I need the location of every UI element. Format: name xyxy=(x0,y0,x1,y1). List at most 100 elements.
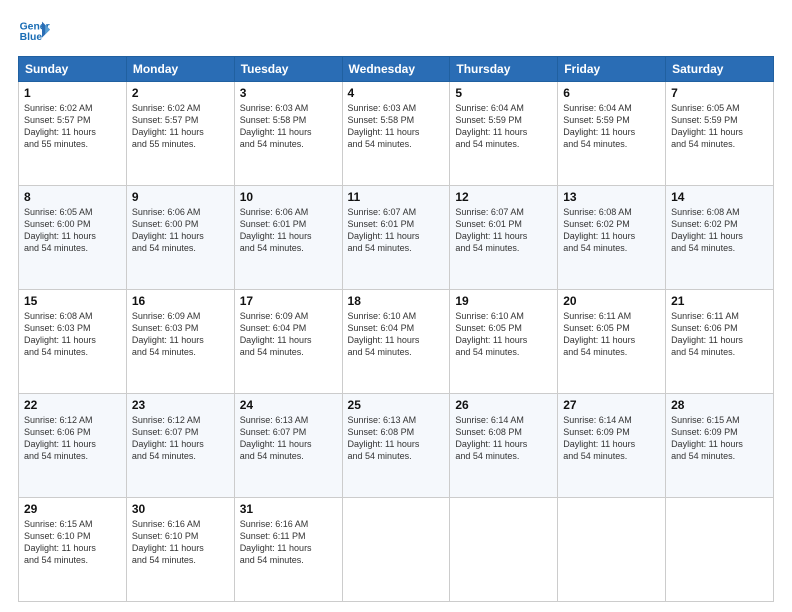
weekday-monday: Monday xyxy=(126,57,234,82)
day-info: Sunrise: 6:11 AM Sunset: 6:06 PM Dayligh… xyxy=(671,310,768,359)
calendar-cell: 12Sunrise: 6:07 AM Sunset: 6:01 PM Dayli… xyxy=(450,186,558,290)
calendar-cell: 6 Sunrise: 6:04 AM Sunset: 5:59 PM Daylig… xyxy=(558,82,666,186)
day-info: Sunrise: 6:15 AM Sunset: 6:09 PM Dayligh… xyxy=(671,414,768,463)
day-number: 17 xyxy=(240,294,337,308)
day-info: Sunrise: 6:09 AM Sunset: 6:03 PM Dayligh… xyxy=(132,310,229,359)
day-number: 24 xyxy=(240,398,337,412)
day-info: Sunrise: 6:16 AM Sunset: 6:11 PM Dayligh… xyxy=(240,518,337,567)
weekday-thursday: Thursday xyxy=(450,57,558,82)
day-info: Sunrise: 6:07 AM Sunset: 6:01 PM Dayligh… xyxy=(455,206,552,255)
svg-text:Blue: Blue xyxy=(20,32,43,43)
day-info: Sunrise: 6:04 AM Sunset: 5:59 PM Dayligh… xyxy=(563,102,660,151)
day-number: 10 xyxy=(240,190,337,204)
day-info: Sunrise: 6:09 AM Sunset: 6:04 PM Dayligh… xyxy=(240,310,337,359)
calendar-cell: 25Sunrise: 6:13 AM Sunset: 6:08 PM Dayli… xyxy=(342,394,450,498)
logo-icon: General Blue xyxy=(18,18,50,46)
day-info: Sunrise: 6:13 AM Sunset: 6:07 PM Dayligh… xyxy=(240,414,337,463)
calendar-cell: 27Sunrise: 6:14 AM Sunset: 6:09 PM Dayli… xyxy=(558,394,666,498)
logo: General Blue xyxy=(18,18,50,46)
day-number: 31 xyxy=(240,502,337,516)
header: General Blue xyxy=(18,18,774,46)
day-info: Sunrise: 6:02 AM Sunset: 5:57 PM Dayligh… xyxy=(132,102,229,151)
day-info: Sunrise: 6:16 AM Sunset: 6:10 PM Dayligh… xyxy=(132,518,229,567)
calendar-week-3: 15Sunrise: 6:08 AM Sunset: 6:03 PM Dayli… xyxy=(19,290,774,394)
day-number: 22 xyxy=(24,398,121,412)
day-info: Sunrise: 6:07 AM Sunset: 6:01 PM Dayligh… xyxy=(348,206,445,255)
calendar-body: 1 Sunrise: 6:02 AM Sunset: 5:57 PM Daylig… xyxy=(19,82,774,602)
calendar-week-4: 22 Sunrise: 6:12 AM Sunset: 6:06 PM Dayli… xyxy=(19,394,774,498)
day-number: 6 xyxy=(563,86,660,100)
calendar-cell: 2 Sunrise: 6:02 AM Sunset: 5:57 PM Daylig… xyxy=(126,82,234,186)
calendar-cell: 21 Sunrise: 6:11 AM Sunset: 6:06 PM Dayli… xyxy=(666,290,774,394)
calendar-cell: 20 Sunrise: 6:11 AM Sunset: 6:05 PM Dayli… xyxy=(558,290,666,394)
day-number: 21 xyxy=(671,294,768,308)
day-number: 18 xyxy=(348,294,445,308)
calendar-week-2: 8Sunrise: 6:05 AM Sunset: 6:00 PM Daylig… xyxy=(19,186,774,290)
day-info: Sunrise: 6:11 AM Sunset: 6:05 PM Dayligh… xyxy=(563,310,660,359)
calendar-cell: 16Sunrise: 6:09 AM Sunset: 6:03 PM Dayli… xyxy=(126,290,234,394)
calendar-cell: 11 Sunrise: 6:07 AM Sunset: 6:01 PM Dayli… xyxy=(342,186,450,290)
day-number: 13 xyxy=(563,190,660,204)
day-info: Sunrise: 6:10 AM Sunset: 6:04 PM Dayligh… xyxy=(348,310,445,359)
day-info: Sunrise: 6:06 AM Sunset: 6:00 PM Dayligh… xyxy=(132,206,229,255)
day-number: 29 xyxy=(24,502,121,516)
calendar-cell: 13 Sunrise: 6:08 AM Sunset: 6:02 PM Dayli… xyxy=(558,186,666,290)
day-number: 20 xyxy=(563,294,660,308)
calendar-cell: 23 Sunrise: 6:12 AM Sunset: 6:07 PM Dayli… xyxy=(126,394,234,498)
day-info: Sunrise: 6:14 AM Sunset: 6:08 PM Dayligh… xyxy=(455,414,552,463)
day-info: Sunrise: 6:04 AM Sunset: 5:59 PM Dayligh… xyxy=(455,102,552,151)
day-info: Sunrise: 6:02 AM Sunset: 5:57 PM Dayligh… xyxy=(24,102,121,151)
calendar-cell: 28 Sunrise: 6:15 AM Sunset: 6:09 PM Dayli… xyxy=(666,394,774,498)
calendar-cell: 15Sunrise: 6:08 AM Sunset: 6:03 PM Dayli… xyxy=(19,290,127,394)
day-info: Sunrise: 6:03 AM Sunset: 5:58 PM Dayligh… xyxy=(348,102,445,151)
weekday-friday: Friday xyxy=(558,57,666,82)
page: General Blue SundayMondayTuesdayWednesda… xyxy=(0,0,792,612)
calendar-header: SundayMondayTuesdayWednesdayThursdayFrid… xyxy=(19,57,774,82)
calendar-cell xyxy=(666,498,774,602)
day-info: Sunrise: 6:06 AM Sunset: 6:01 PM Dayligh… xyxy=(240,206,337,255)
day-number: 7 xyxy=(671,86,768,100)
weekday-sunday: Sunday xyxy=(19,57,127,82)
day-info: Sunrise: 6:08 AM Sunset: 6:02 PM Dayligh… xyxy=(671,206,768,255)
calendar-cell: 1 Sunrise: 6:02 AM Sunset: 5:57 PM Daylig… xyxy=(19,82,127,186)
calendar-table: SundayMondayTuesdayWednesdayThursdayFrid… xyxy=(18,56,774,602)
calendar-cell: 29 Sunrise: 6:15 AM Sunset: 6:10 PM Dayli… xyxy=(19,498,127,602)
day-info: Sunrise: 6:12 AM Sunset: 6:07 PM Dayligh… xyxy=(132,414,229,463)
day-info: Sunrise: 6:15 AM Sunset: 6:10 PM Dayligh… xyxy=(24,518,121,567)
day-number: 1 xyxy=(24,86,121,100)
day-info: Sunrise: 6:13 AM Sunset: 6:08 PM Dayligh… xyxy=(348,414,445,463)
day-number: 19 xyxy=(455,294,552,308)
day-number: 23 xyxy=(132,398,229,412)
calendar-cell: 3Sunrise: 6:03 AM Sunset: 5:58 PM Daylig… xyxy=(234,82,342,186)
day-info: Sunrise: 6:05 AM Sunset: 5:59 PM Dayligh… xyxy=(671,102,768,151)
calendar-week-5: 29 Sunrise: 6:15 AM Sunset: 6:10 PM Dayli… xyxy=(19,498,774,602)
day-info: Sunrise: 6:10 AM Sunset: 6:05 PM Dayligh… xyxy=(455,310,552,359)
day-info: Sunrise: 6:08 AM Sunset: 6:02 PM Dayligh… xyxy=(563,206,660,255)
day-number: 14 xyxy=(671,190,768,204)
day-number: 2 xyxy=(132,86,229,100)
calendar-cell xyxy=(558,498,666,602)
weekday-saturday: Saturday xyxy=(666,57,774,82)
calendar-cell xyxy=(450,498,558,602)
day-number: 30 xyxy=(132,502,229,516)
day-number: 11 xyxy=(348,190,445,204)
weekday-header-row: SundayMondayTuesdayWednesdayThursdayFrid… xyxy=(19,57,774,82)
day-number: 8 xyxy=(24,190,121,204)
calendar-cell: 9Sunrise: 6:06 AM Sunset: 6:00 PM Daylig… xyxy=(126,186,234,290)
calendar-cell: 14 Sunrise: 6:08 AM Sunset: 6:02 PM Dayli… xyxy=(666,186,774,290)
day-number: 3 xyxy=(240,86,337,100)
calendar-cell: 4 Sunrise: 6:03 AM Sunset: 5:58 PM Daylig… xyxy=(342,82,450,186)
calendar-cell: 30 Sunrise: 6:16 AM Sunset: 6:10 PM Dayli… xyxy=(126,498,234,602)
calendar-cell: 17 Sunrise: 6:09 AM Sunset: 6:04 PM Dayli… xyxy=(234,290,342,394)
day-info: Sunrise: 6:12 AM Sunset: 6:06 PM Dayligh… xyxy=(24,414,121,463)
day-info: Sunrise: 6:14 AM Sunset: 6:09 PM Dayligh… xyxy=(563,414,660,463)
day-number: 28 xyxy=(671,398,768,412)
day-number: 4 xyxy=(348,86,445,100)
calendar-week-1: 1 Sunrise: 6:02 AM Sunset: 5:57 PM Daylig… xyxy=(19,82,774,186)
calendar-cell: 22 Sunrise: 6:12 AM Sunset: 6:06 PM Dayli… xyxy=(19,394,127,498)
calendar-cell: 7 Sunrise: 6:05 AM Sunset: 5:59 PM Daylig… xyxy=(666,82,774,186)
calendar-cell: 10 Sunrise: 6:06 AM Sunset: 6:01 PM Dayli… xyxy=(234,186,342,290)
calendar-cell: 26Sunrise: 6:14 AM Sunset: 6:08 PM Dayli… xyxy=(450,394,558,498)
calendar-cell: 18 Sunrise: 6:10 AM Sunset: 6:04 PM Dayli… xyxy=(342,290,450,394)
day-number: 15 xyxy=(24,294,121,308)
